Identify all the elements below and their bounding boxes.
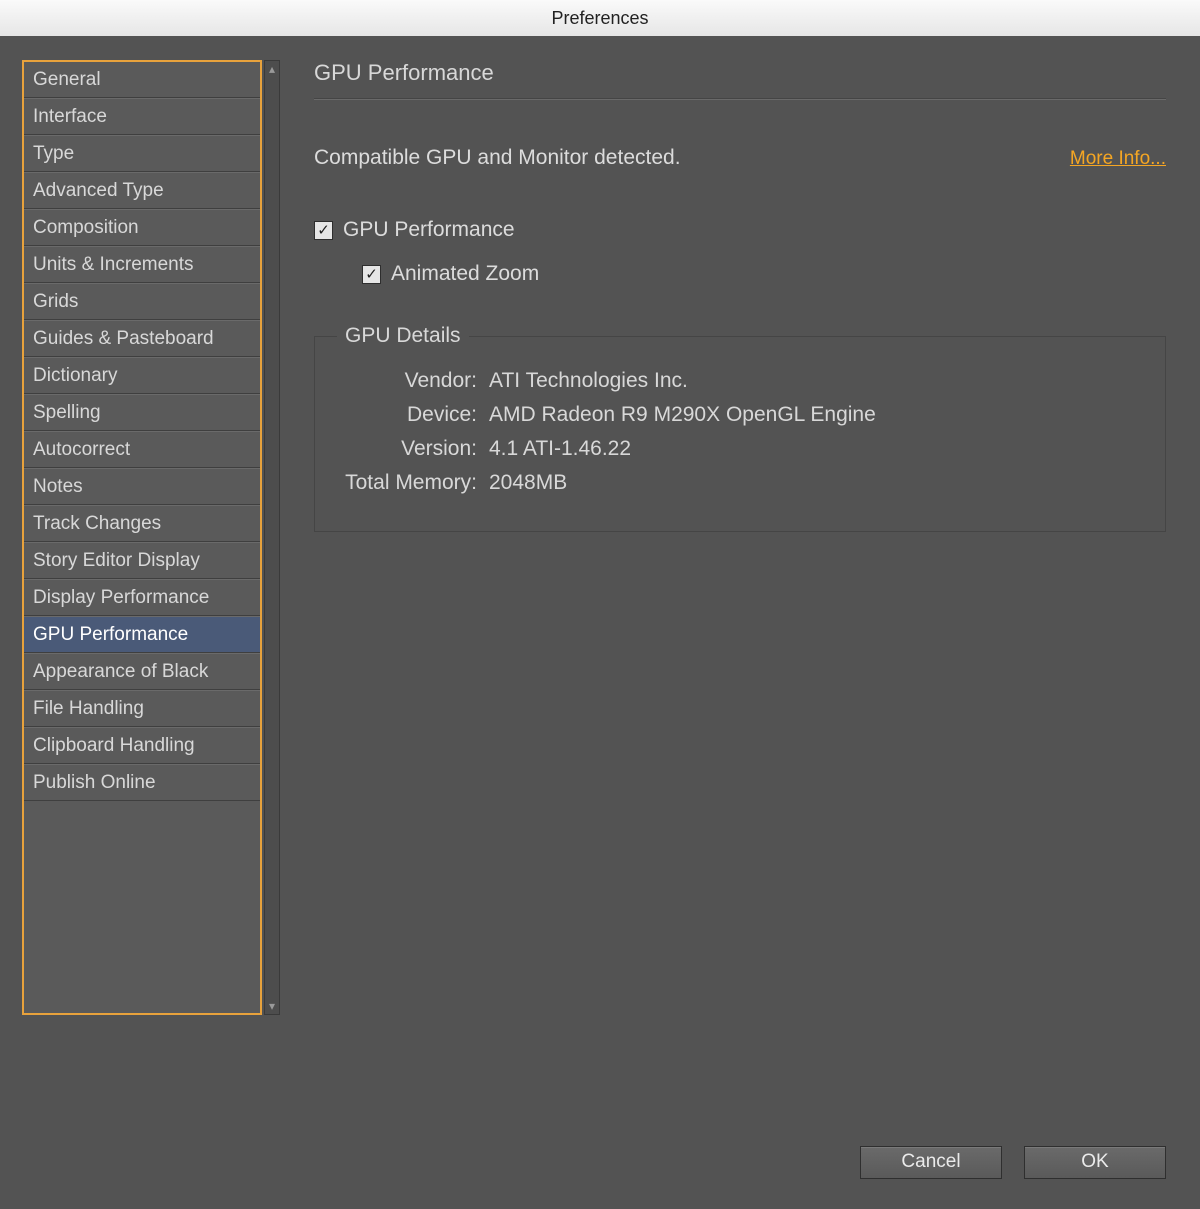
gpu-detail-value: 2048MB <box>489 471 567 495</box>
gpu-detail-row: Vendor: ATI Technologies Inc. <box>337 369 1143 393</box>
gpu-detail-label: Vendor: <box>337 369 477 393</box>
gpu-performance-label: GPU Performance <box>343 218 515 242</box>
animated-zoom-checkbox[interactable]: ✓ <box>362 265 381 284</box>
gpu-details-legend: GPU Details <box>337 324 469 348</box>
sidebar-item-story-editor-display[interactable]: Story Editor Display <box>24 542 260 579</box>
gpu-detail-value: AMD Radeon R9 M290X OpenGL Engine <box>489 403 876 427</box>
sidebar-item-file-handling[interactable]: File Handling <box>24 690 260 727</box>
category-sidebar: GeneralInterfaceTypeAdvanced TypeComposi… <box>22 60 280 1015</box>
window-titlebar: Preferences <box>0 0 1200 37</box>
sidebar-item-notes[interactable]: Notes <box>24 468 260 505</box>
sidebar-item-clipboard-handling[interactable]: Clipboard Handling <box>24 727 260 764</box>
animated-zoom-label: Animated Zoom <box>391 262 539 286</box>
gpu-status-row: Compatible GPU and Monitor detected. Mor… <box>314 146 1166 170</box>
gpu-detail-label: Version: <box>337 437 477 461</box>
sidebar-item-type[interactable]: Type <box>24 135 260 172</box>
gpu-performance-option[interactable]: ✓ GPU Performance <box>314 218 1166 242</box>
sidebar-item-display-performance[interactable]: Display Performance <box>24 579 260 616</box>
gpu-detail-label: Device: <box>337 403 477 427</box>
sidebar-item-autocorrect[interactable]: Autocorrect <box>24 431 260 468</box>
sidebar-item-gpu-performance[interactable]: GPU Performance <box>24 616 260 653</box>
gpu-performance-checkbox[interactable]: ✓ <box>314 221 333 240</box>
category-listbox[interactable]: GeneralInterfaceTypeAdvanced TypeComposi… <box>22 60 262 1015</box>
gpu-detail-row: Total Memory: 2048MB <box>337 471 1143 495</box>
sidebar-item-advanced-type[interactable]: Advanced Type <box>24 172 260 209</box>
divider <box>314 98 1166 100</box>
pane-title: GPU Performance <box>314 60 1166 98</box>
sidebar-item-spelling[interactable]: Spelling <box>24 394 260 431</box>
sidebar-item-dictionary[interactable]: Dictionary <box>24 357 260 394</box>
gpu-detail-value: ATI Technologies Inc. <box>489 369 688 393</box>
sidebar-item-guides-pasteboard[interactable]: Guides & Pasteboard <box>24 320 260 357</box>
sidebar-item-appearance-of-black[interactable]: Appearance of Black <box>24 653 260 690</box>
gpu-detail-row: Version: 4.1 ATI-1.46.22 <box>337 437 1143 461</box>
sidebar-item-interface[interactable]: Interface <box>24 98 260 135</box>
gpu-detail-row: Device: AMD Radeon R9 M290X OpenGL Engine <box>337 403 1143 427</box>
sidebar-item-track-changes[interactable]: Track Changes <box>24 505 260 542</box>
gpu-details-fieldset: GPU Details Vendor:ATI Technologies Inc.… <box>314 336 1166 532</box>
sidebar-item-publish-online[interactable]: Publish Online <box>24 764 260 801</box>
scroll-down-icon[interactable]: ▾ <box>265 999 279 1013</box>
sidebar-item-units-increments[interactable]: Units & Increments <box>24 246 260 283</box>
options-group: ✓ GPU Performance ✓ Animated Zoom <box>314 218 1166 286</box>
gpu-status-text: Compatible GPU and Monitor detected. <box>314 146 681 170</box>
cancel-button[interactable]: Cancel <box>860 1146 1002 1179</box>
gpu-detail-label: Total Memory: <box>337 471 477 495</box>
sidebar-item-composition[interactable]: Composition <box>24 209 260 246</box>
more-info-link[interactable]: More Info... <box>1070 148 1166 170</box>
dialog-body: GeneralInterfaceTypeAdvanced TypeComposi… <box>0 36 1200 1209</box>
scroll-up-icon[interactable]: ▴ <box>265 62 279 76</box>
animated-zoom-option[interactable]: ✓ Animated Zoom <box>362 262 1166 286</box>
ok-button[interactable]: OK <box>1024 1146 1166 1179</box>
preference-pane: GPU Performance Compatible GPU and Monit… <box>314 60 1166 1209</box>
sidebar-item-general[interactable]: General <box>24 62 260 98</box>
window-title: Preferences <box>551 8 648 28</box>
dialog-footer: Cancel OK <box>860 1146 1166 1179</box>
gpu-detail-value: 4.1 ATI-1.46.22 <box>489 437 631 461</box>
sidebar-scrollbar[interactable]: ▴ ▾ <box>264 60 280 1015</box>
sidebar-item-grids[interactable]: Grids <box>24 283 260 320</box>
